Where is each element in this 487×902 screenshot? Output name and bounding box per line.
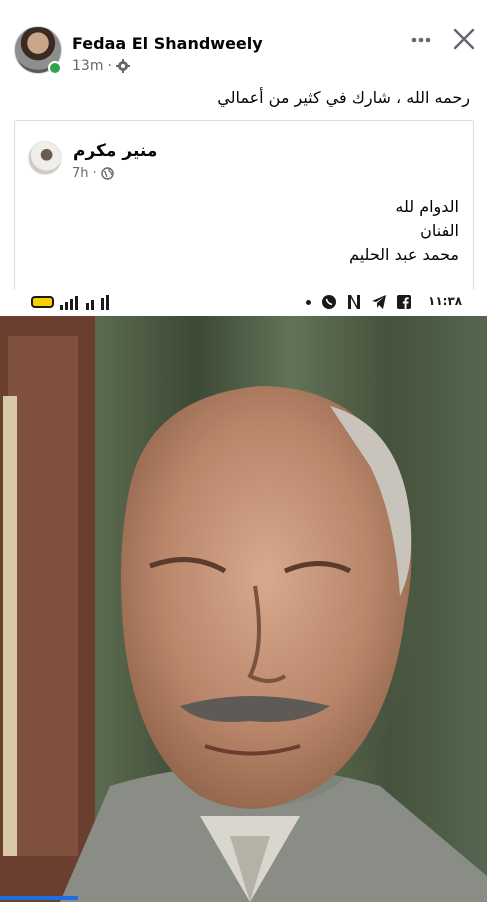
post-caption: رحمه الله ، شارك في كثير من أعمالي	[217, 88, 470, 107]
dot-icon	[306, 299, 311, 305]
more-options-button[interactable]	[405, 26, 437, 54]
status-app-icons	[306, 292, 411, 312]
facebook-icon	[397, 295, 411, 309]
signal-icon	[60, 295, 109, 310]
telegram-icon	[372, 295, 386, 309]
portrait-illustration	[0, 316, 487, 902]
netflix-icon	[348, 295, 360, 309]
close-icon	[453, 28, 475, 50]
shared-line-3: محمد عبد الحليم	[349, 245, 459, 264]
shared-author-avatar[interactable]	[28, 141, 62, 175]
shared-post-time[interactable]: 7h	[72, 166, 89, 181]
online-status-dot	[48, 61, 62, 75]
status-clock: ١١:٣٨	[428, 294, 463, 308]
post-author[interactable]: Fedaa El Shandweely	[72, 34, 263, 53]
post-header: Fedaa El Shandweely 13m ·	[0, 0, 487, 86]
battery-icon	[31, 296, 54, 308]
whatsapp-icon	[322, 295, 336, 309]
more-dots-icon	[411, 37, 431, 43]
post-meta: 13m ·	[72, 58, 130, 74]
post-time[interactable]: 13m	[72, 58, 103, 74]
shared-post-card[interactable]: منير مكرم 7h · الدوام لله الفنان محمد عب…	[14, 120, 474, 290]
accent-bar	[0, 896, 78, 900]
screenshot-status-bar: ١١:٣٨	[0, 288, 487, 316]
portrait-photo[interactable]	[0, 316, 487, 902]
shared-post-text: الدوام لله الفنان محمد عبد الحليم	[159, 195, 459, 267]
shared-line-2: الفنان	[420, 221, 459, 240]
shared-post-meta: 7h ·	[72, 166, 114, 181]
shared-post-author[interactable]: منير مكرم	[73, 141, 157, 161]
shared-line-1: الدوام لله	[395, 197, 459, 216]
gear-icon[interactable]	[115, 59, 130, 73]
close-button[interactable]	[449, 24, 479, 54]
globe-icon	[100, 167, 114, 180]
